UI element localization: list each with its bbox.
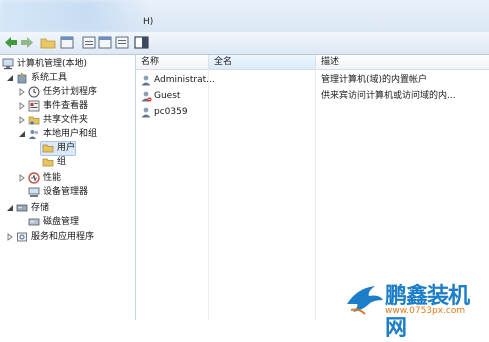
tree-item-event-viewer[interactable]: 事件查看器 [18, 99, 132, 113]
show-hide-action-pane-icon[interactable] [134, 36, 149, 49]
tree-label-event-viewer: 事件查看器 [43, 101, 89, 111]
tree-label-groups: 组 [57, 157, 67, 167]
column-header-name[interactable]: 名称 [136, 55, 208, 69]
user-description-cell: 管理计算机(域)的内置帐户 [321, 75, 428, 85]
collapsed-triangle-icon[interactable] [6, 233, 14, 241]
disk-management-icon [28, 218, 40, 226]
tree-label-users: 用户 [57, 143, 76, 153]
collapsed-triangle-icon[interactable] [18, 116, 26, 124]
folder-up-icon[interactable] [40, 36, 56, 49]
folder-icon [42, 144, 54, 153]
menu-bar: H) [0, 0, 489, 32]
user-account-icon [141, 75, 151, 86]
users-group-icon [29, 130, 39, 139]
services-apps-icon [17, 232, 27, 242]
toolbar [0, 32, 489, 55]
tree-label-local-users-groups: 本地用户和组 [43, 129, 98, 139]
expanded-triangle-icon[interactable] [18, 130, 26, 138]
tree-label-disk-management: 磁盘管理 [43, 217, 80, 227]
collapsed-triangle-icon[interactable] [18, 88, 26, 96]
tree-item-system-tools[interactable]: 系统工具 [6, 71, 132, 85]
tree-item-computer-management[interactable]: 计算机管理(本地) [2, 57, 132, 71]
computer-management-icon [2, 58, 14, 70]
shared-folder-icon [28, 116, 40, 125]
tree-label-performance: 性能 [43, 173, 62, 183]
blurred-menu-area [0, 0, 150, 32]
expanded-triangle-icon[interactable] [6, 74, 14, 82]
user-description-cell: 供来宾访问计算机或访问域的内... [321, 91, 456, 101]
help-icon[interactable] [98, 36, 112, 49]
tree-item-services-apps[interactable]: 服务和应用程序 [6, 230, 132, 244]
tree-item-groups[interactable]: 组 [42, 155, 76, 169]
list-header: 名称 全名 描述 [136, 55, 489, 70]
list-row-guest[interactable]: Guest 供来宾访问计算机或访问域的内... [140, 89, 485, 103]
tree-label-storage: 存储 [31, 203, 50, 213]
forward-arrow-icon[interactable] [20, 36, 34, 49]
tree-item-storage[interactable]: 存储 [6, 201, 132, 215]
folder-icon [42, 158, 54, 167]
storage-icon [16, 204, 28, 212]
tree-item-users[interactable]: 用户 [42, 141, 76, 155]
export-list-icon[interactable] [115, 36, 129, 49]
tree-item-device-manager[interactable]: 设备管理器 [28, 185, 132, 199]
system-tools-icon [17, 73, 27, 84]
device-manager-icon [28, 187, 40, 197]
tree-label-device-manager: 设备管理器 [43, 187, 89, 197]
eagle-logo-icon [347, 286, 383, 315]
list-row-pc0359[interactable]: pc0359 [140, 105, 485, 119]
tree-label-system-tools: 系统工具 [31, 73, 68, 83]
user-account-icon [141, 107, 151, 118]
show-hide-console-tree-icon[interactable] [60, 36, 74, 49]
tree-item-task-scheduler[interactable]: 任务计划程序 [18, 85, 132, 99]
tree-label-task-scheduler: 任务计划程序 [43, 87, 98, 97]
column-header-description[interactable]: 描述 [316, 55, 489, 69]
collapsed-triangle-icon[interactable] [18, 174, 26, 182]
event-viewer-icon [28, 100, 40, 112]
user-name-cell: Administrat... [154, 75, 215, 85]
tree-label-shared-folders: 共享文件夹 [43, 115, 89, 125]
tree-item-shared-folders[interactable]: 共享文件夹 [18, 113, 132, 127]
performance-icon [28, 172, 40, 184]
watermark-url: www.0753px.com [385, 306, 466, 316]
tree-item-performance[interactable]: 性能 [18, 171, 132, 185]
console-tree: 计算机管理(本地) 系统工具 任务计划程序 事件查看器 共享文件夹 本地用户和组… [0, 55, 136, 320]
tree-item-disk-management[interactable]: 磁盘管理 [28, 215, 132, 229]
user-account-icon [141, 91, 152, 102]
tree-label-services-apps: 服务和应用程序 [31, 232, 95, 242]
clock-icon [28, 86, 40, 98]
tree-label-root: 计算机管理(本地) [17, 59, 88, 69]
tree-item-local-users-groups[interactable]: 本地用户和组 [18, 127, 132, 141]
user-name-cell: pc0359 [154, 107, 188, 117]
user-name-cell: Guest [154, 91, 181, 101]
properties-icon[interactable] [82, 36, 96, 49]
expanded-triangle-icon[interactable] [6, 204, 14, 212]
menu-help-fragment[interactable]: H) [143, 17, 153, 27]
back-arrow-icon[interactable] [4, 36, 18, 49]
collapsed-triangle-icon[interactable] [18, 102, 26, 110]
site-watermark: 鹏鑫装机网 www.0753px.com [345, 278, 489, 341]
list-row-administrator[interactable]: Administrat... 管理计算机(域)的内置帐户 [140, 73, 485, 87]
column-header-full-name[interactable]: 全名 [209, 55, 315, 69]
